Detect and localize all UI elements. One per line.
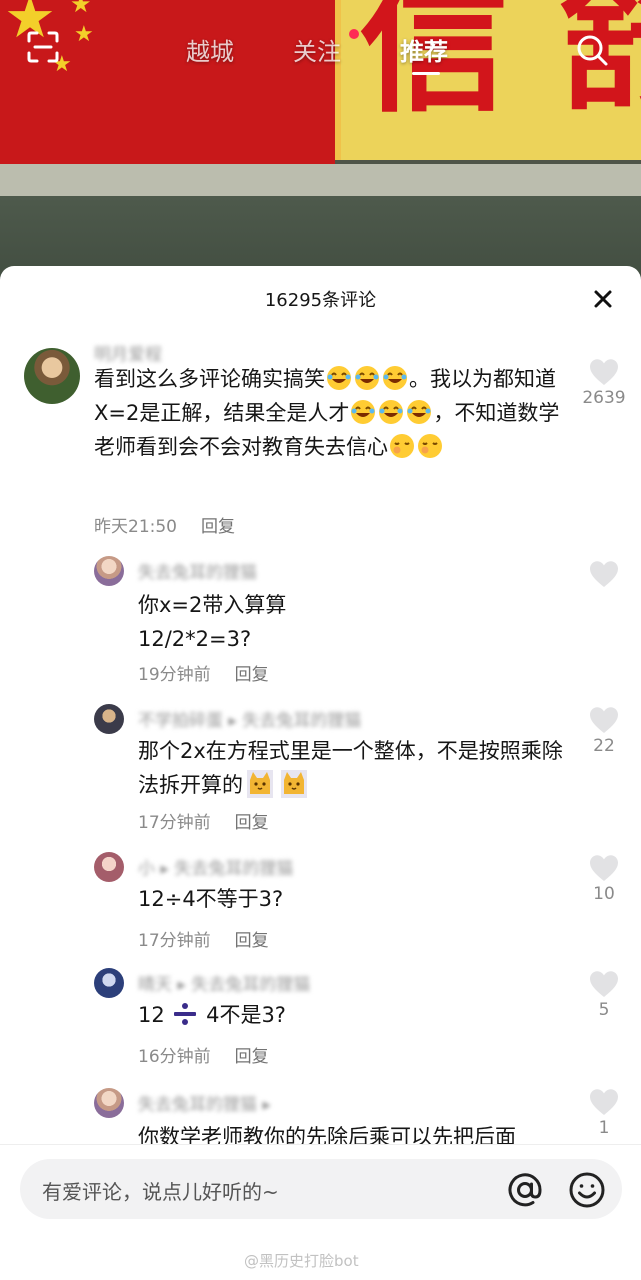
like-button[interactable]: 5 [584, 970, 624, 1020]
rolling-laugh-emoji [355, 366, 379, 390]
like-button[interactable]: 22 [584, 706, 624, 756]
reply-item: 失去兔耳的狸猫 你x=2带入算算 12/2*2=3? 19分钟前 回复 [0, 554, 641, 694]
like-count: 1 [598, 1118, 610, 1138]
username[interactable]: 失去兔耳的狸猫 [138, 558, 257, 583]
comments-header: 16295条评论 [0, 266, 641, 330]
comment-time: 16分钟前 [138, 1047, 211, 1067]
comment-meta: 昨天21:50 回复 [94, 512, 235, 537]
comment-text: 12÷4不等于3? [138, 887, 284, 911]
like-count: 5 [598, 1000, 610, 1020]
heart-icon [590, 707, 618, 733]
scan-icon[interactable] [26, 30, 60, 64]
smirk-emoji [390, 434, 414, 458]
username[interactable]: 失去兔耳的狸猫 ▸ [138, 1090, 271, 1115]
comment-meta: 17分钟前 回复 [138, 808, 269, 833]
close-icon[interactable] [588, 284, 618, 314]
rolling-laugh-emoji [327, 366, 351, 390]
comment-meta: 19分钟前 回复 [138, 660, 269, 685]
avatar[interactable] [94, 704, 124, 734]
heart-icon [590, 561, 618, 587]
reply-item: 不学拍碎蛋 ▸ 失去兔耳的狸猫 那个2x在方程式里是一个整体，不是按照乘除法拆开… [0, 702, 641, 842]
smirk-emoji [418, 434, 442, 458]
heart-icon [590, 359, 618, 385]
board-frame [0, 164, 641, 196]
comments-sheet: 16295条评论 明月爱程 看到这么多评论确实搞笑 。我以为都知道X=2是正解，结… [0, 266, 641, 1280]
heart-icon [590, 971, 618, 997]
comment-time: 17分钟前 [138, 813, 211, 833]
comment-time: 19分钟前 [138, 665, 211, 685]
reply-button[interactable]: 回复 [235, 813, 269, 833]
comment-count: 16295条评论 [264, 290, 377, 311]
active-tab-indicator [412, 72, 440, 75]
cat-emoji [247, 770, 273, 798]
divide-icon [174, 1003, 197, 1025]
reply-item: 晴天 ▸ 失去兔耳的狸猫 12 4不是3? 16分钟前 回复 5 [0, 966, 641, 1076]
comment-text: 12 4不是3? [138, 1003, 286, 1027]
username[interactable]: 晴天 ▸ 失去兔耳的狸猫 [138, 970, 310, 995]
comment-input[interactable]: 有爱评论，说点儿好听的~ [20, 1159, 622, 1219]
avatar[interactable] [94, 556, 124, 586]
input-placeholder: 有爱评论，说点儿好听的~ [42, 1180, 279, 1204]
small-star-icon: ★ [70, 0, 92, 18]
cat-emoji [281, 770, 307, 798]
heart-icon [590, 1089, 618, 1115]
tears-of-joy-emoji [351, 400, 376, 424]
avatar[interactable] [24, 348, 80, 404]
tab-yuecheng[interactable]: 越城 [186, 32, 234, 67]
comment-meta: 16分钟前 回复 [138, 1042, 269, 1067]
avatar[interactable] [94, 1088, 124, 1118]
comment-time: 17分钟前 [138, 931, 211, 951]
tab-recommended[interactable]: 推荐 [400, 32, 448, 67]
avatar[interactable] [94, 852, 124, 882]
watermark: @黑历史打脸bot [244, 1252, 359, 1270]
comment-text: 看到这么多评论确实搞笑 。我以为都知道X=2是正解，结果全是人才 ，不知道数学老师看… [94, 366, 560, 459]
comment-text: 那个2x在方程式里是一个整体，不是按照乘除法拆开算的 [138, 739, 563, 798]
username[interactable]: 小 ▸ 失去兔耳的狸猫 [138, 854, 293, 879]
like-count: 22 [593, 736, 615, 756]
tears-of-joy-emoji [407, 400, 432, 424]
reply-button[interactable]: 回复 [235, 665, 269, 685]
like-button[interactable]: 10 [584, 854, 624, 904]
like-count: 10 [593, 884, 615, 904]
reply-button[interactable]: 回复 [235, 931, 269, 951]
like-button[interactable]: 1 [584, 1088, 624, 1138]
like-button[interactable]: 2639 [582, 358, 626, 408]
avatar[interactable] [94, 968, 124, 998]
heart-icon [590, 855, 618, 881]
username[interactable]: 不学拍碎蛋 ▸ 失去兔耳的狸猫 [138, 706, 361, 731]
tears-of-joy-emoji [379, 400, 404, 424]
notification-dot [349, 29, 359, 39]
comment-item: 明月爱程 看到这么多评论确实搞笑 。我以为都知道X=2是正解，结果全是人才 ，不知道… [0, 344, 641, 544]
reply-button[interactable]: 回复 [201, 517, 235, 537]
smile-icon[interactable] [568, 1171, 606, 1209]
comment-meta: 17分钟前 回复 [138, 926, 269, 951]
top-navigation: 越城 关注 推荐 [0, 20, 641, 80]
like-button[interactable] [584, 560, 624, 590]
reply-button[interactable]: 回复 [235, 1047, 269, 1067]
like-count: 2639 [582, 388, 626, 408]
tab-following[interactable]: 关注 [293, 32, 341, 67]
search-icon[interactable] [574, 32, 610, 68]
reply-item: 小 ▸ 失去兔耳的狸猫 12÷4不等于3? 17分钟前 回复 10 [0, 850, 641, 960]
rolling-laugh-emoji [383, 366, 407, 390]
comment-time: 昨天21:50 [94, 517, 177, 537]
at-icon[interactable] [506, 1171, 544, 1209]
comment-text: 你x=2带入算算 12/2*2=3? [138, 593, 287, 651]
